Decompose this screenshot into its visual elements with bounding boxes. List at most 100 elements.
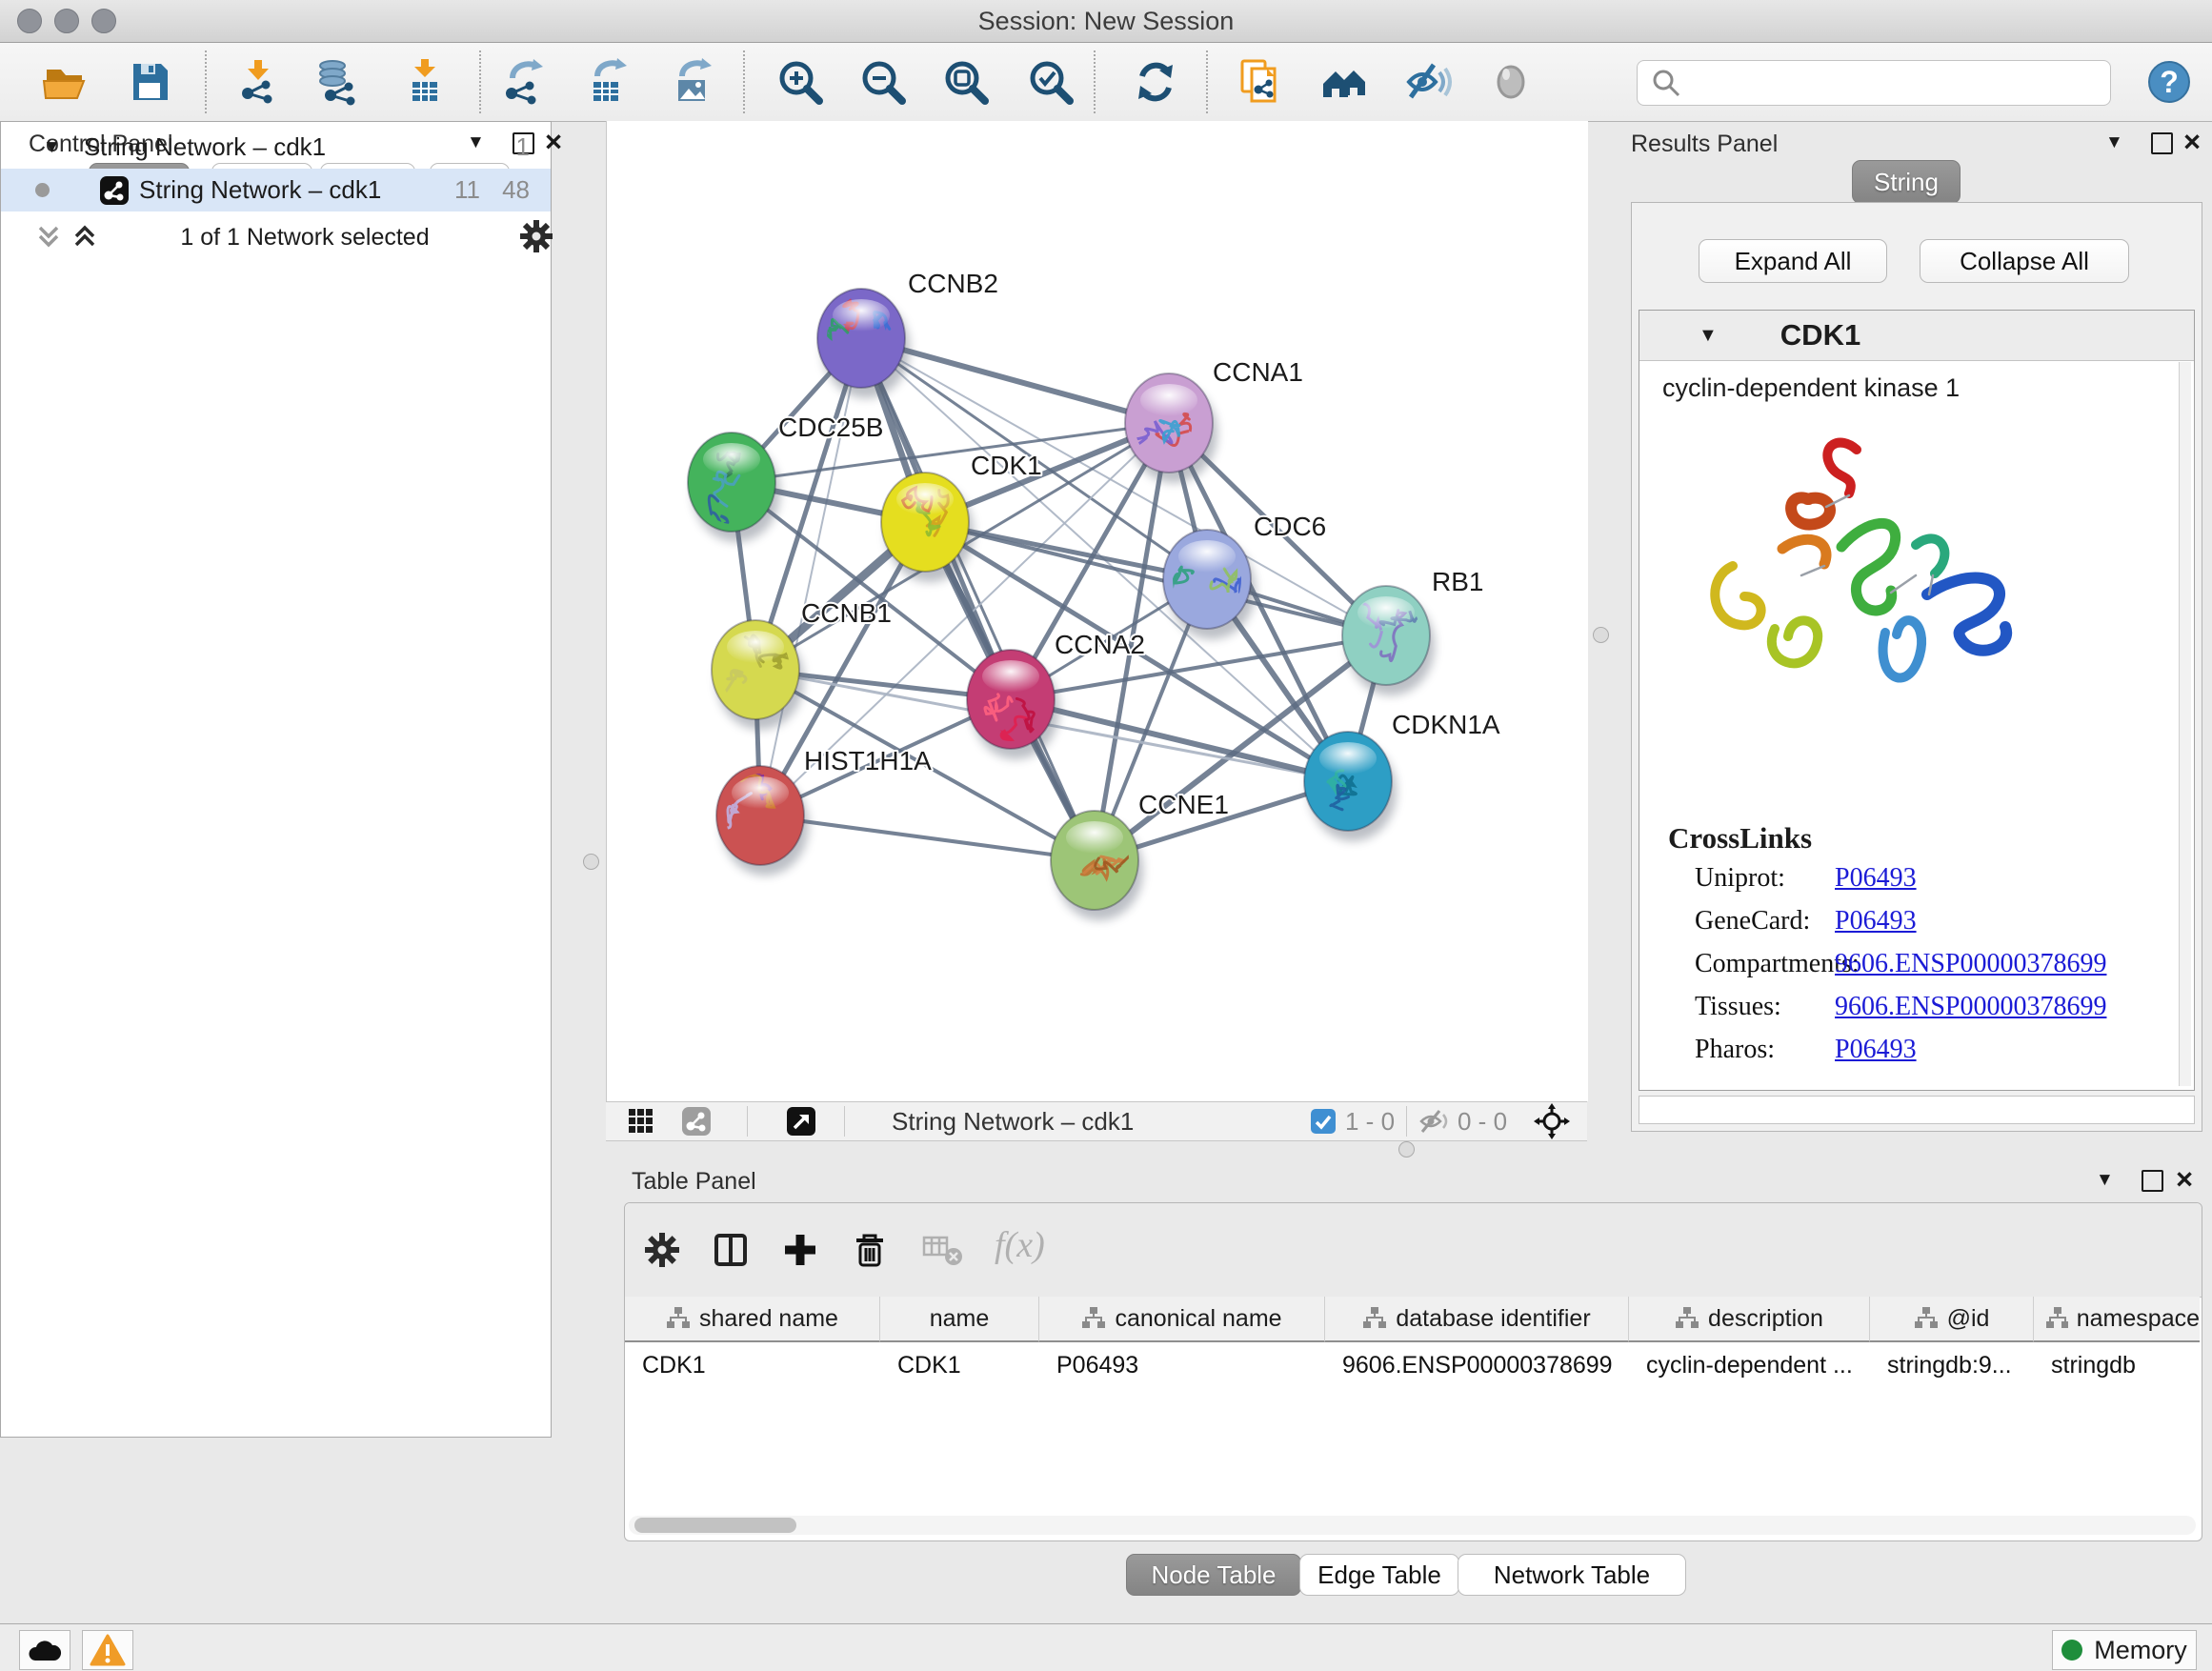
- results-panel-close-icon[interactable]: ×: [2183, 132, 2201, 151]
- results-scrollbar[interactable]: [2179, 362, 2191, 1086]
- left-splitter-handle[interactable]: [583, 854, 599, 870]
- column-header-description[interactable]: description: [1629, 1297, 1870, 1342]
- show-results-eye-icon[interactable]: [1484, 55, 1538, 109]
- results-panel-menu-icon[interactable]: ▼: [2105, 132, 2123, 153]
- tab-node-table[interactable]: Node Table: [1126, 1554, 1301, 1596]
- hierarchy-icon: [2045, 1306, 2068, 1331]
- crosslink-link[interactable]: 9606.ENSP00000378699: [1835, 992, 2106, 1022]
- cell-canonical-name[interactable]: P06493: [1039, 1342, 1325, 1388]
- column-header-id[interactable]: @id: [1870, 1297, 2034, 1342]
- tab-edge-table[interactable]: Edge Table: [1299, 1554, 1459, 1596]
- string-network-graph[interactable]: CCNB2CCNA1CDC25BCDK1CDC6RB1CCNB1CCNA2CDK…: [607, 121, 1588, 1101]
- collapse-all-networks-icon[interactable]: [69, 220, 101, 252]
- column-header-database-identifier[interactable]: database identifier: [1325, 1297, 1629, 1342]
- export-network-icon[interactable]: [495, 55, 549, 109]
- table-toolbar: f(x): [625, 1203, 2202, 1298]
- hierarchy-icon: [1675, 1306, 1699, 1331]
- expand-all-networks-icon[interactable]: [32, 220, 65, 252]
- birds-eye-view-icon[interactable]: [787, 1107, 815, 1136]
- table-panel-close-icon[interactable]: ×: [2176, 1170, 2193, 1189]
- column-header-name[interactable]: name: [880, 1297, 1039, 1342]
- grid-mode-icon[interactable]: [627, 1107, 655, 1136]
- results-panel-float-icon[interactable]: [2151, 132, 2173, 154]
- cell-database-identifier[interactable]: 9606.ENSP00000378699: [1325, 1342, 1629, 1388]
- network-view-title: String Network – cdk1: [892, 1102, 1134, 1140]
- scrollbar-thumb[interactable]: [634, 1518, 796, 1533]
- search-input[interactable]: [1687, 63, 2110, 103]
- export-image-icon[interactable]: [665, 55, 718, 109]
- node-label-CDC25B: CDC25B: [778, 413, 883, 442]
- hidden-counts: 0 - 0: [1458, 1102, 1507, 1140]
- save-session-icon[interactable]: [123, 55, 176, 109]
- zoom-fit-icon[interactable]: [939, 55, 993, 109]
- zoom-in-icon[interactable]: [774, 55, 827, 109]
- help-icon[interactable]: ?: [2142, 55, 2196, 109]
- collection-expander-icon[interactable]: ▼: [43, 137, 61, 158]
- network-node-RB1[interactable]: RB1: [1342, 567, 1483, 695]
- refresh-view-icon[interactable]: [1129, 55, 1182, 109]
- cell-shared-name[interactable]: CDK1: [625, 1342, 880, 1388]
- import-network-database-icon[interactable]: [312, 55, 365, 109]
- node-label-CCNA2: CCNA2: [1055, 630, 1145, 659]
- show-columns-icon[interactable]: [711, 1230, 751, 1270]
- network-collection-row[interactable]: ▼ String Network – cdk1 1: [1, 126, 551, 169]
- hierarchy-icon: [666, 1306, 691, 1331]
- open-session-icon[interactable]: [38, 55, 91, 109]
- import-network-file-icon[interactable]: [231, 55, 285, 109]
- export-table-icon[interactable]: [580, 55, 633, 109]
- gene-card-header[interactable]: ▼ CDK1: [1639, 311, 2194, 361]
- memory-button[interactable]: Memory: [2052, 1630, 2197, 1670]
- import-table-file-icon[interactable]: [398, 55, 452, 109]
- column-header-namespace[interactable]: namespace: [2034, 1297, 2200, 1342]
- search-field[interactable]: [1637, 60, 2111, 106]
- network-node-CDKN1A[interactable]: CDKN1A: [1304, 710, 1500, 841]
- crosslinks-title: CrossLinks: [1668, 821, 1812, 856]
- create-column-plus-icon[interactable]: [780, 1230, 820, 1270]
- collapse-all-button[interactable]: Collapse All: [1920, 239, 2129, 283]
- cloud-status-button[interactable]: [19, 1630, 70, 1670]
- column-header-shared-name[interactable]: shared name: [625, 1297, 880, 1342]
- crosslink-link[interactable]: P06493: [1835, 863, 1917, 894]
- toolbar-separator: [1206, 50, 1208, 113]
- status-bar: Memory: [0, 1623, 2212, 1671]
- network-node-CCNB1[interactable]: CCNB1: [712, 598, 892, 730]
- warning-status-button[interactable]: [82, 1630, 133, 1670]
- network-node-CDC6[interactable]: CDC6: [1160, 512, 1326, 639]
- table-panel-menu-icon[interactable]: ▼: [2096, 1170, 2114, 1191]
- cell-id[interactable]: stringdb:9...: [1870, 1342, 2034, 1388]
- memory-label: Memory: [2094, 1636, 2187, 1665]
- cloud-icon: [26, 1636, 64, 1664]
- network-node-CCNB2[interactable]: CCNB2: [817, 269, 998, 398]
- tab-string-results[interactable]: String: [1852, 160, 1961, 204]
- crosslink-link[interactable]: 9606.ENSP00000378699: [1835, 949, 2106, 979]
- table-options-gear-icon[interactable]: [642, 1230, 682, 1270]
- selected-checkbox-icon[interactable]: [1311, 1109, 1336, 1134]
- gene-card-expander-icon[interactable]: ▼: [1699, 325, 1718, 347]
- table-horizontal-scrollbar[interactable]: [629, 1516, 2196, 1535]
- table-panel-float-icon[interactable]: [2142, 1170, 2163, 1192]
- clone-network-icon[interactable]: [1233, 55, 1286, 109]
- node-table[interactable]: shared name name canonical name database…: [625, 1297, 2200, 1388]
- network-row[interactable]: String Network – cdk1 11 48: [1, 169, 551, 211]
- column-header-canonical-name[interactable]: canonical name: [1039, 1297, 1325, 1342]
- right-splitter-handle[interactable]: [1593, 627, 1609, 643]
- network-node-HIST1H1A[interactable]: HIST1H1A: [716, 746, 932, 876]
- cell-description[interactable]: cyclin-dependent ...: [1629, 1342, 1870, 1388]
- network-mode-icon[interactable]: [682, 1107, 711, 1136]
- expand-all-button[interactable]: Expand All: [1699, 239, 1887, 283]
- crosslink-link[interactable]: P06493: [1835, 906, 1917, 936]
- zoom-selected-icon[interactable]: [1024, 55, 1077, 109]
- network-node-CCNA2[interactable]: CCNA2: [967, 630, 1145, 759]
- network-view-canvas[interactable]: CCNB2CCNA1CDC25BCDK1CDC6RB1CCNB1CCNA2CDK…: [606, 121, 1588, 1101]
- delete-column-trash-icon[interactable]: [850, 1230, 890, 1270]
- tab-network-table[interactable]: Network Table: [1458, 1554, 1686, 1596]
- hide-results-eye-icon[interactable]: [1401, 55, 1455, 109]
- zoom-out-icon[interactable]: [856, 55, 910, 109]
- cell-name[interactable]: CDK1: [880, 1342, 1039, 1388]
- crosslink-link[interactable]: P06493: [1835, 1035, 1917, 1065]
- cell-namespace[interactable]: stringdb: [2034, 1342, 2200, 1388]
- network-node-CCNE1[interactable]: CCNE1: [1051, 790, 1229, 920]
- string-home-icon[interactable]: [1317, 55, 1371, 109]
- network-options-gear-icon[interactable]: [518, 218, 554, 254]
- fit-selected-crosshair-icon[interactable]: [1534, 1103, 1570, 1139]
